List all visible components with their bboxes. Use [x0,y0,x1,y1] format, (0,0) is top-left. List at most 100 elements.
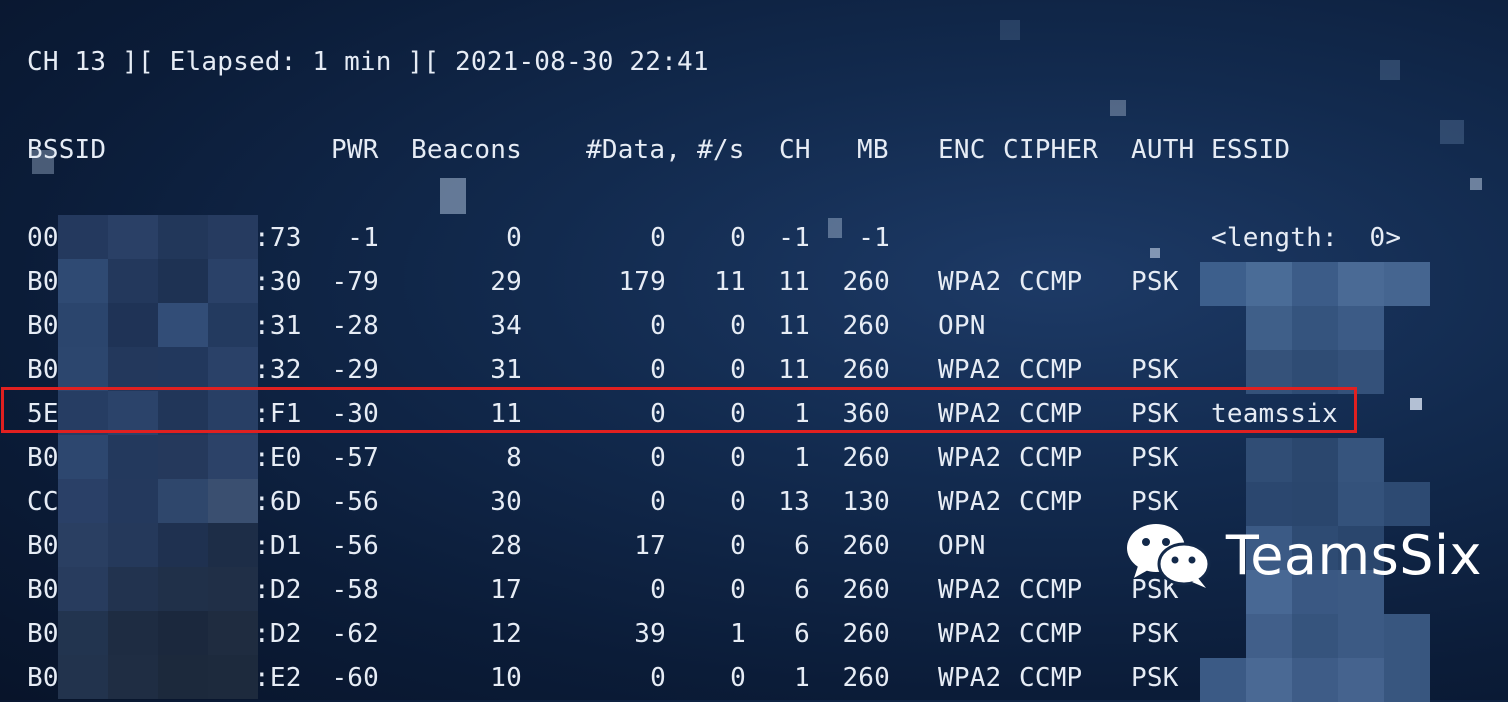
cell-per-s: 0 [730,355,746,385]
status-line: CH 13 ][ Elapsed: 1 min ][ 2021-08-30 22… [27,47,709,77]
cell-data: 17 [634,531,666,561]
cell-bssid-suffix: :D2 [254,575,302,605]
cell-enc: WPA2 [938,663,1002,693]
watermark: TeamsSix [1124,520,1482,590]
cell-auth: PSK [1131,355,1179,385]
cell-data: 0 [650,487,666,517]
cell-bssid-suffix: :E2 [254,663,302,693]
cell-data: 0 [650,575,666,605]
cell-auth: PSK [1131,663,1179,693]
cell-ch: 6 [794,531,810,561]
wechat-icon [1126,524,1211,588]
cell-per-s: 1 [730,619,746,649]
cell-pwr: -1 [347,223,379,253]
cell-beacons: 31 [490,355,522,385]
highlight-box [1,387,1357,433]
cell-bssid-prefix: B0 [27,619,59,649]
cell-per-s: 0 [730,531,746,561]
cell-bssid-suffix: :6D [254,487,302,517]
cell-mb: 260 [842,531,890,561]
cell-enc: OPN [938,531,986,561]
cell-enc: WPA2 [938,619,1002,649]
cell-data: 0 [650,355,666,385]
cell-pwr: -60 [331,663,379,693]
cell-bssid-suffix: :D2 [254,619,302,649]
cell-beacons: 30 [490,487,522,517]
cell-essid: <length: 0> [1211,223,1402,253]
cell-ch: 1 [794,443,810,473]
cell-data: 0 [650,663,666,693]
col-header-pwr: PWR [331,135,379,165]
cell-beacons: 17 [490,575,522,605]
cell-bssid-prefix: B0 [27,663,59,693]
table-header: BSSID PWR Beacons #Data, #/s CH MB ENC C… [0,135,1508,525]
cell-per-s: 0 [730,223,746,253]
col-header-bssid: BSSID [27,135,107,165]
cell-pwr: -79 [331,267,379,297]
cell-cipher: CCMP [1019,267,1083,297]
col-header-cipher: CIPHER [1003,135,1099,165]
cell-mb: -1 [858,223,890,253]
cell-auth: PSK [1131,443,1179,473]
cell-mb: 130 [842,487,890,517]
cell-per-s: 0 [730,443,746,473]
cell-ch: 6 [794,619,810,649]
cell-cipher: CCMP [1019,355,1083,385]
cell-beacons: 10 [490,663,522,693]
cell-auth: PSK [1131,267,1179,297]
terminal-window: CH 13 ][ Elapsed: 1 min ][ 2021-08-30 22… [0,0,1508,702]
cell-per-s: 0 [730,311,746,341]
cell-mb: 260 [842,267,890,297]
cell-beacons: 0 [506,223,522,253]
cell-pwr: -29 [331,355,379,385]
cell-pwr: -62 [331,619,379,649]
cell-beacons: 34 [490,311,522,341]
cell-pwr: -58 [331,575,379,605]
cell-enc: WPA2 [938,355,1002,385]
col-header-auth: AUTH [1131,135,1195,165]
cell-per-s: 0 [730,663,746,693]
cell-bssid-prefix: B0 [27,267,59,297]
watermark-text: TeamsSix [1225,523,1482,587]
cell-mb: 260 [842,575,890,605]
cell-mb: 260 [842,443,890,473]
cell-per-s: 0 [730,575,746,605]
cell-ch: 11 [778,267,810,297]
cell-cipher: CCMP [1019,487,1083,517]
cell-bssid-prefix: B0 [27,443,59,473]
col-header-essid: ESSID [1211,135,1291,165]
cell-enc: WPA2 [938,575,1002,605]
cell-bssid-suffix: :31 [254,311,302,341]
cell-ch: 11 [778,355,810,385]
cell-data: 0 [650,223,666,253]
cell-bssid-suffix: :E0 [254,443,302,473]
cell-mb: 260 [842,355,890,385]
cell-data: 179 [618,267,666,297]
cell-per-s: 0 [730,487,746,517]
cell-enc: WPA2 [938,443,1002,473]
cell-cipher: CCMP [1019,575,1083,605]
cell-bssid-prefix: B0 [27,575,59,605]
col-header-per-s: #/s [697,135,745,165]
cell-ch: 13 [778,487,810,517]
cell-auth: PSK [1131,619,1179,649]
cell-beacons: 12 [490,619,522,649]
cell-pwr: -28 [331,311,379,341]
cell-bssid-suffix: :73 [254,223,302,253]
cell-cipher: CCMP [1019,663,1083,693]
cell-bssid-suffix: :D1 [254,531,302,561]
cell-pwr: -57 [331,443,379,473]
cell-enc: WPA2 [938,487,1002,517]
cell-pwr: -56 [331,487,379,517]
cell-mb: 260 [842,663,890,693]
cell-pwr: -56 [331,531,379,561]
cell-ch: 1 [794,663,810,693]
cell-data: 39 [634,619,666,649]
cell-bssid-prefix: B0 [27,531,59,561]
cell-mb: 260 [842,311,890,341]
cell-bssid-suffix: :30 [254,267,302,297]
cell-auth: PSK [1131,487,1179,517]
cell-data: 0 [650,311,666,341]
col-header-data: #Data, [586,135,682,165]
cell-ch: 11 [778,311,810,341]
